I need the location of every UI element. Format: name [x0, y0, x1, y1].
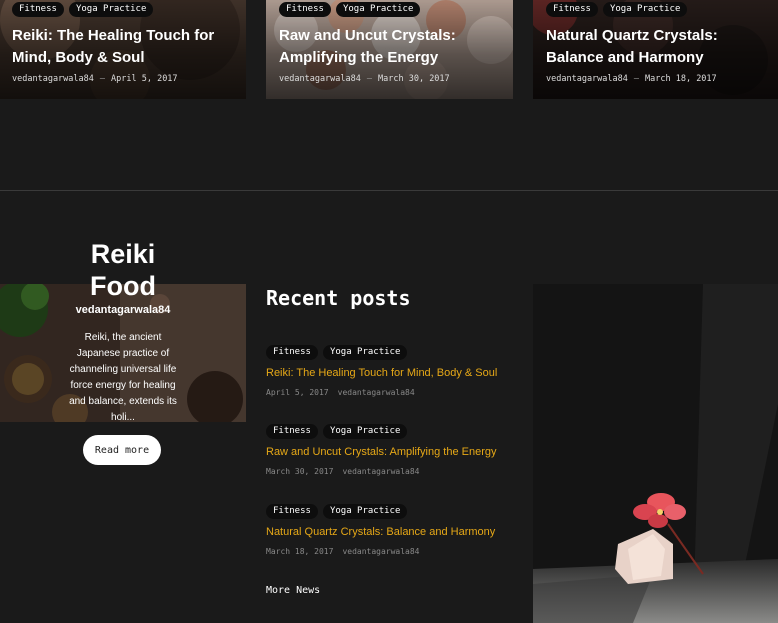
post-card[interactable]: Fitness Yoga Practice Raw and Uncut Crys… [266, 0, 513, 99]
post-card-author[interactable]: vedantagarwala84 [279, 74, 361, 84]
recent-post-author[interactable]: vedantagarwala84 [338, 388, 415, 397]
top-post-cards: Fitness Yoga Practice Reiki: The Healing… [0, 0, 778, 99]
tag-fitness[interactable]: Fitness [546, 2, 598, 17]
recent-post-date: April 5, 2017 [266, 388, 329, 397]
post-card-date: March 18, 2017 [645, 74, 717, 84]
tag-yoga-practice[interactable]: Yoga Practice [68, 2, 154, 17]
crystal-flower-photo [533, 284, 778, 623]
recent-post-date: March 30, 2017 [266, 467, 334, 476]
tag-fitness[interactable]: Fitness [279, 2, 331, 17]
recent-posts-heading: Recent posts [266, 286, 411, 310]
post-card-title[interactable]: Natural Quartz Crystals: Balance and Har… [546, 25, 718, 69]
recent-post-date: March 18, 2017 [266, 547, 334, 556]
recent-post-title[interactable]: Raw and Uncut Crystals: Amplifying the E… [266, 446, 497, 458]
recent-post-item: Fitness Yoga Practice Raw and Uncut Crys… [266, 424, 497, 476]
meta-separator: — [366, 74, 373, 84]
post-card-date: March 30, 2017 [378, 74, 450, 84]
featured-post-author[interactable]: vedantagarwala84 [0, 304, 246, 316]
recent-post-author[interactable]: vedantagarwala84 [342, 547, 419, 556]
tag-yoga-practice[interactable]: Yoga Practice [322, 345, 408, 360]
meta-separator: — [633, 74, 640, 84]
recent-post-title[interactable]: Reiki: The Healing Touch for Mind, Body … [266, 367, 497, 379]
post-card[interactable]: Fitness Yoga Practice Reiki: The Healing… [0, 0, 246, 99]
featured-post: Reiki Food vedantagarwala84 Reiki, the a… [0, 238, 246, 426]
featured-post-excerpt: Reiki, the ancient Japanese practice of … [69, 332, 177, 423]
post-card-title[interactable]: Reiki: The Healing Touch for Mind, Body … [12, 25, 214, 69]
recent-post-author[interactable]: vedantagarwala84 [342, 467, 419, 476]
tag-yoga-practice[interactable]: Yoga Practice [335, 2, 421, 17]
recent-post-item: Fitness Yoga Practice Natural Quartz Cry… [266, 504, 495, 556]
tag-yoga-practice[interactable]: Yoga Practice [602, 2, 688, 17]
tag-yoga-practice[interactable]: Yoga Practice [322, 424, 408, 439]
read-more-button[interactable]: Read more [83, 435, 161, 465]
section-divider [0, 190, 778, 191]
tag-fitness[interactable]: Fitness [266, 424, 318, 439]
featured-post-title[interactable]: Reiki Food [0, 238, 246, 302]
tag-fitness[interactable]: Fitness [266, 345, 318, 360]
post-card-title[interactable]: Raw and Uncut Crystals: Amplifying the E… [279, 25, 456, 69]
more-news-link[interactable]: More News [266, 585, 320, 596]
recent-post-title[interactable]: Natural Quartz Crystals: Balance and Har… [266, 526, 495, 538]
sidebar-promo-image[interactable] [533, 284, 778, 623]
tag-fitness[interactable]: Fitness [266, 504, 318, 519]
post-card-date: April 5, 2017 [111, 74, 178, 84]
recent-post-item: Fitness Yoga Practice Reiki: The Healing… [266, 345, 497, 397]
post-card-author[interactable]: vedantagarwala84 [546, 74, 628, 84]
meta-separator: — [99, 74, 106, 84]
tag-yoga-practice[interactable]: Yoga Practice [322, 504, 408, 519]
post-card-author[interactable]: vedantagarwala84 [12, 74, 94, 84]
tag-fitness[interactable]: Fitness [12, 2, 64, 17]
post-card[interactable]: Fitness Yoga Practice Natural Quartz Cry… [533, 0, 778, 99]
